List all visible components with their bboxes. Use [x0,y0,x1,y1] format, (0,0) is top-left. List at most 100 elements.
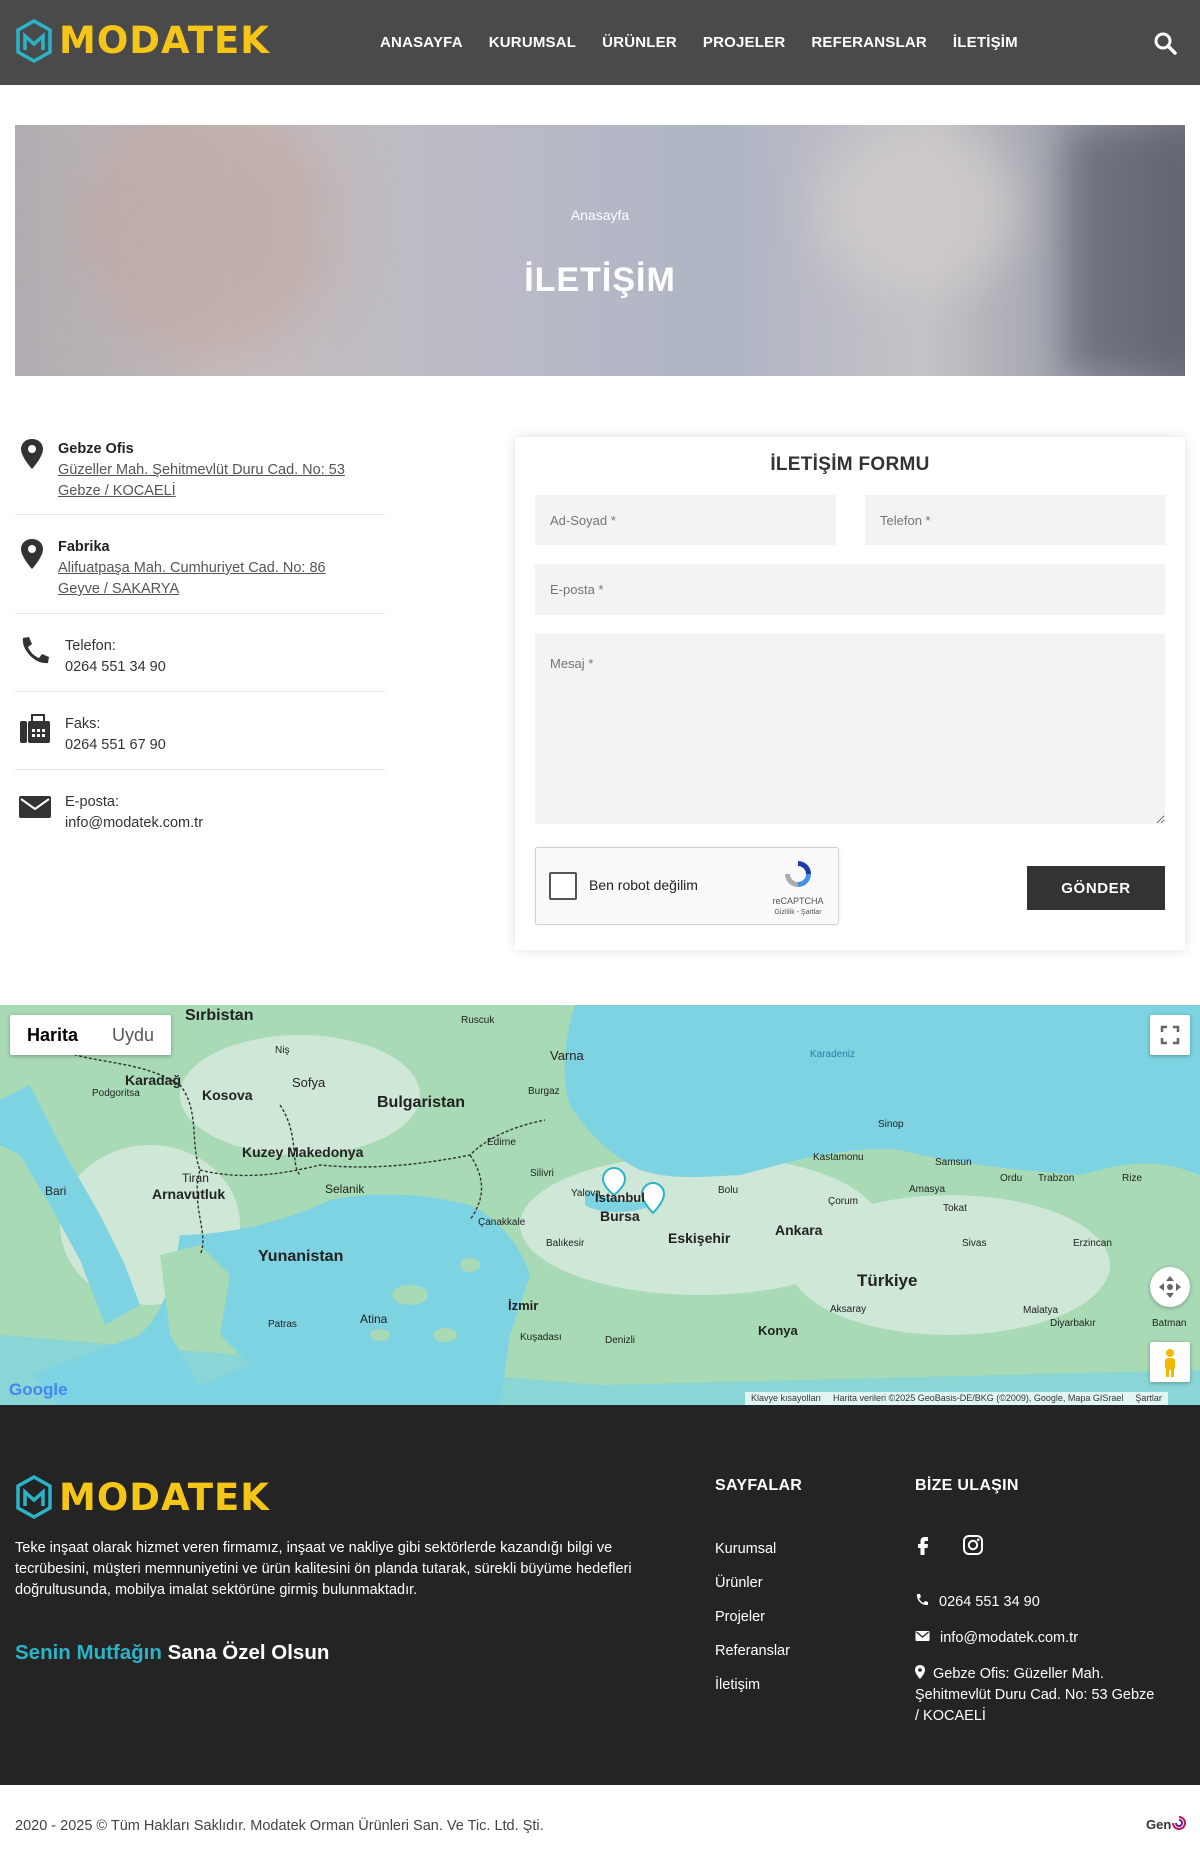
envelope-icon [915,1631,930,1641]
address-link[interactable]: Güzeller Mah. Şehitmevlüt Duru Cad. No: … [58,460,385,481]
recaptcha-label: Ben robot değilim [589,877,698,893]
nav-projeler[interactable]: PROJELER [703,34,785,51]
swirl-icon [1172,1816,1187,1830]
address-link[interactable]: Geyve / SAKARYA [58,579,385,600]
map-label: Selanik [325,1182,365,1196]
footer-email[interactable]: info@modatek.com.tr [915,1628,1078,1649]
contact-item-phone: Telefon: 0264 551 34 90 [15,614,385,692]
map-label: Patras [268,1319,297,1330]
pegman-icon [1165,1349,1175,1377]
facebook-icon[interactable] [912,1534,934,1556]
footer-phone[interactable]: 0264 551 34 90 [915,1592,1040,1613]
map-label: Türkiye [857,1271,917,1290]
footer-pages-heading: SAYFALAR [715,1477,803,1494]
contact-item-fax: Faks: 0264 551 67 90 [15,692,385,770]
footer-brand: MODATEK [59,1475,270,1519]
footer-link-referanslar[interactable]: Referanslar [715,1634,790,1668]
cube-logo-icon [16,19,52,63]
nav-kurumsal[interactable]: KURUMSAL [489,34,576,51]
nav-anasayfa[interactable]: ANASAYFA [380,34,463,51]
map-label: İstanbul [595,1190,645,1205]
header-logo[interactable]: MODATEK [15,19,270,63]
envelope-icon [19,796,51,818]
footer-contact-heading: BİZE ULAŞIN [915,1477,1019,1494]
contact-title: Gebze Ofis [58,441,134,457]
map-label: Rize [1122,1173,1142,1184]
footer-slogan: Senin Mutfağın Sana Özel Olsun [15,1641,329,1665]
map-label: Batman [1152,1318,1186,1329]
map-label: Edirne [487,1137,516,1148]
footer-link-urunler[interactable]: Ürünler [715,1566,790,1600]
map-data-attribution: Harita verileri ©2025 GeoBasis-DE/BKG (©… [833,1393,1124,1403]
map-tab-harita[interactable]: Harita [10,1015,95,1055]
google-logo[interactable]: Google [9,1380,68,1400]
nav-iletisim[interactable]: İLETİŞİM [953,34,1018,51]
phone-input[interactable] [865,495,1165,545]
agency-credit-text: Gen [1146,1817,1172,1832]
map-label: Amasya [909,1184,946,1195]
map-label: Eskişehir [668,1230,731,1246]
map-tab-uydu[interactable]: Uydu [95,1015,171,1055]
map-label: Kuzey Makedonya [242,1144,364,1160]
map-label: Arnavutluk [152,1186,225,1202]
fax-number: 0264 551 67 90 [65,737,166,753]
map-label: Bari [45,1184,66,1198]
submit-button[interactable]: GÖNDER [1027,866,1165,910]
map-canvas[interactable]: Sırbistan Bulgaristan Karadeniz Kosova K… [0,1005,1200,1405]
move-arrows-icon [1159,1276,1181,1298]
name-input[interactable] [535,495,836,545]
map-type-toggle: Harita Uydu [10,1015,172,1055]
hero-overlay [15,125,1185,376]
contact-label: E-posta: [65,794,119,810]
contact-item-fabrika: Fabrika Alifuatpaşa Mah. Cumhuriyet Cad.… [15,515,385,614]
contact-item-email: E-posta: info@modatek.com.tr [15,770,385,848]
fullscreen-button[interactable] [1150,1015,1190,1055]
map-label: Bolu [718,1185,738,1196]
search-icon[interactable] [1153,31,1177,55]
nav-urunler[interactable]: ÜRÜNLER [602,34,677,51]
recaptcha-links[interactable]: Gizlilik - Şartlar [766,907,830,918]
breadcrumb[interactable]: Anasayfa [15,207,1185,223]
footer-pages-list: Kurumsal Ürünler Projeler Referanslar İl… [715,1532,790,1702]
recaptcha-checkbox[interactable] [549,872,577,900]
address-link[interactable]: Gebze / KOCAELİ [58,481,385,502]
agency-credit-logo[interactable]: Gen [1146,1815,1187,1832]
email-input[interactable] [535,564,1165,615]
map-label: Burgaz [528,1086,560,1097]
copyright-text: 2020 - 2025 © Tüm Hakları Saklıdır. Moda… [15,1818,544,1834]
footer-link-projeler[interactable]: Projeler [715,1600,790,1634]
map-camera-control[interactable] [1150,1267,1190,1307]
google-map[interactable]: Sırbistan Bulgaristan Karadeniz Kosova K… [0,1005,1200,1405]
slogan-accent: Senin Mutfağın [15,1641,162,1664]
footer-email-address: info@modatek.com.tr [940,1630,1079,1646]
google-wordmark: Google [9,1380,68,1399]
footer-link-iletisim[interactable]: İletişim [715,1668,790,1702]
street-view-pegman[interactable] [1150,1342,1190,1382]
map-label: Tiran [182,1171,209,1185]
recaptcha-logo-icon [785,861,811,887]
contact-form: İLETİŞİM FORMU Ben robot değilim reCAPTC… [515,437,1185,950]
contact-item-gebze: Gebze Ofis Güzeller Mah. Şehitmevlüt Dur… [15,425,385,515]
footer-link-kurumsal[interactable]: Kurumsal [715,1532,790,1566]
phone-number[interactable]: 0264 551 34 90 [65,657,385,678]
map-label: Balıkesir [546,1238,585,1249]
map-label: Sırbistan [185,1007,253,1024]
keyboard-shortcuts-link[interactable]: Klavye kısayolları [751,1392,821,1405]
footer-description: Teke inşaat olarak hizmet veren firmamız… [15,1540,632,1598]
map-terms-link[interactable]: Şartlar [1135,1392,1162,1405]
map-label: Erzincan [1073,1238,1112,1249]
map-label: Diyarbakır [1050,1318,1096,1329]
contact-info-list: Gebze Ofis Güzeller Mah. Şehitmevlüt Dur… [15,425,385,848]
map-label: Denizli [605,1335,635,1346]
map-label: Karadağ [125,1072,181,1088]
message-textarea[interactable] [535,634,1165,824]
footer-logo[interactable]: MODATEK [15,1475,270,1519]
map-label: Çanakkale [478,1217,526,1228]
slogan-rest: Sana Özel Olsun [167,1641,330,1664]
nav-referanslar[interactable]: REFERANSLAR [811,34,927,51]
instagram-icon[interactable] [962,1534,984,1556]
map-label: Tokat [943,1203,967,1214]
email-address[interactable]: info@modatek.com.tr [65,813,385,834]
address-link[interactable]: Alifuatpaşa Mah. Cumhuriyet Cad. No: 86 [58,558,385,579]
map-label: Kosova [202,1087,253,1103]
